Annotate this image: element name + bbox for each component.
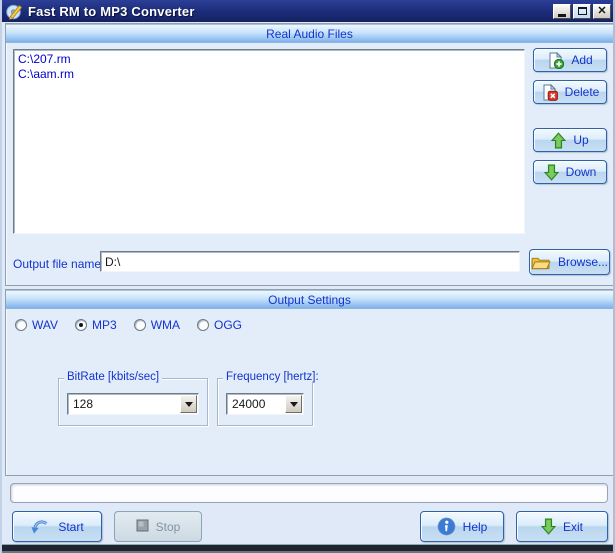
- minimize-icon: [558, 14, 566, 17]
- radio-ogg-label: OGG: [214, 318, 242, 332]
- radio-mp3[interactable]: MP3: [75, 318, 117, 332]
- up-button[interactable]: Up: [533, 128, 607, 152]
- help-button[interactable]: Help: [420, 511, 504, 542]
- add-button[interactable]: Add: [533, 48, 607, 72]
- down-button-label: Down: [566, 165, 597, 179]
- window-titlebar: Fast RM to MP3 Converter ✕: [2, 0, 615, 22]
- add-icon: [547, 52, 564, 69]
- window-bottom-frame: [2, 544, 615, 553]
- frequency-combobox[interactable]: 24000: [226, 393, 304, 415]
- maximize-button[interactable]: [573, 4, 591, 19]
- delete-icon: [541, 84, 558, 101]
- exit-button[interactable]: Exit: [516, 511, 608, 542]
- output-file-name-input[interactable]: [100, 251, 520, 272]
- radio-circle-icon: [75, 319, 87, 331]
- help-icon: [437, 517, 456, 536]
- start-icon: [30, 518, 51, 536]
- start-button[interactable]: Start: [12, 511, 102, 542]
- delete-button-label: Delete: [565, 85, 600, 99]
- output-file-name-label: Output file name: [13, 257, 101, 271]
- bitrate-groupbox: BitRate [kbits/sec] 128: [58, 378, 208, 426]
- close-button[interactable]: ✕: [593, 4, 611, 19]
- output-settings-header: Output Settings: [6, 290, 613, 309]
- window-title: Fast RM to MP3 Converter: [28, 4, 553, 19]
- delete-button[interactable]: Delete: [533, 80, 607, 104]
- browse-button-label: Browse...: [558, 255, 608, 269]
- radio-wav[interactable]: WAV: [15, 318, 58, 332]
- app-window: Fast RM to MP3 Converter ✕ Real Audio Fi…: [0, 0, 615, 553]
- bitrate-value: 128: [69, 395, 180, 413]
- minimize-button[interactable]: [553, 4, 571, 19]
- exit-button-label: Exit: [563, 520, 583, 534]
- bitrate-combobox[interactable]: 128: [67, 393, 199, 415]
- down-button[interactable]: Down: [533, 160, 607, 184]
- up-arrow-icon: [551, 132, 566, 149]
- file-list[interactable]: C:\207.rmC:\aam.rm: [13, 49, 525, 234]
- radio-circle-icon: [134, 319, 146, 331]
- down-arrow-icon: [544, 164, 559, 181]
- radio-ogg[interactable]: OGG: [197, 318, 242, 332]
- stop-icon: [136, 519, 149, 535]
- files-section-header: Real Audio Files: [6, 24, 613, 43]
- radio-wma-label: WMA: [151, 318, 180, 332]
- radio-wav-label: WAV: [32, 318, 58, 332]
- folder-icon: [531, 255, 551, 270]
- radio-mp3-label: MP3: [92, 318, 117, 332]
- progress-bar: [10, 483, 608, 503]
- bitrate-dropdown-button[interactable]: [180, 395, 197, 413]
- app-icon: [6, 3, 23, 20]
- radio-wma[interactable]: WMA: [134, 318, 180, 332]
- frequency-label: Frequency [hertz]:: [223, 371, 322, 383]
- file-item[interactable]: C:\207.rm: [15, 52, 523, 67]
- frequency-dropdown-button[interactable]: [285, 395, 302, 413]
- chevron-down-icon: [185, 402, 193, 411]
- close-icon: ✕: [597, 6, 606, 17]
- file-item[interactable]: C:\aam.rm: [15, 67, 523, 82]
- exit-icon: [541, 518, 556, 535]
- bitrate-label: BitRate [kbits/sec]: [64, 371, 162, 383]
- chevron-down-icon: [290, 402, 298, 411]
- output-settings-section: Output Settings WAV MP3 WMA OGG BitRate …: [5, 289, 614, 476]
- radio-circle-icon: [197, 319, 209, 331]
- radio-circle-icon: [15, 319, 27, 331]
- maximize-icon: [578, 7, 587, 15]
- up-button-label: Up: [573, 133, 588, 147]
- add-button-label: Add: [571, 53, 592, 67]
- frequency-groupbox: Frequency [hertz]: 24000: [217, 378, 313, 426]
- help-button-label: Help: [463, 520, 488, 534]
- files-section: Real Audio Files C:\207.rmC:\aam.rm Add: [5, 23, 614, 286]
- stop-button-label: Stop: [156, 520, 181, 534]
- browse-button[interactable]: Browse...: [529, 249, 610, 275]
- stop-button[interactable]: Stop: [114, 511, 202, 542]
- start-button-label: Start: [58, 520, 83, 534]
- frequency-value: 24000: [228, 395, 285, 413]
- format-radio-group: WAV MP3 WMA OGG: [15, 318, 242, 332]
